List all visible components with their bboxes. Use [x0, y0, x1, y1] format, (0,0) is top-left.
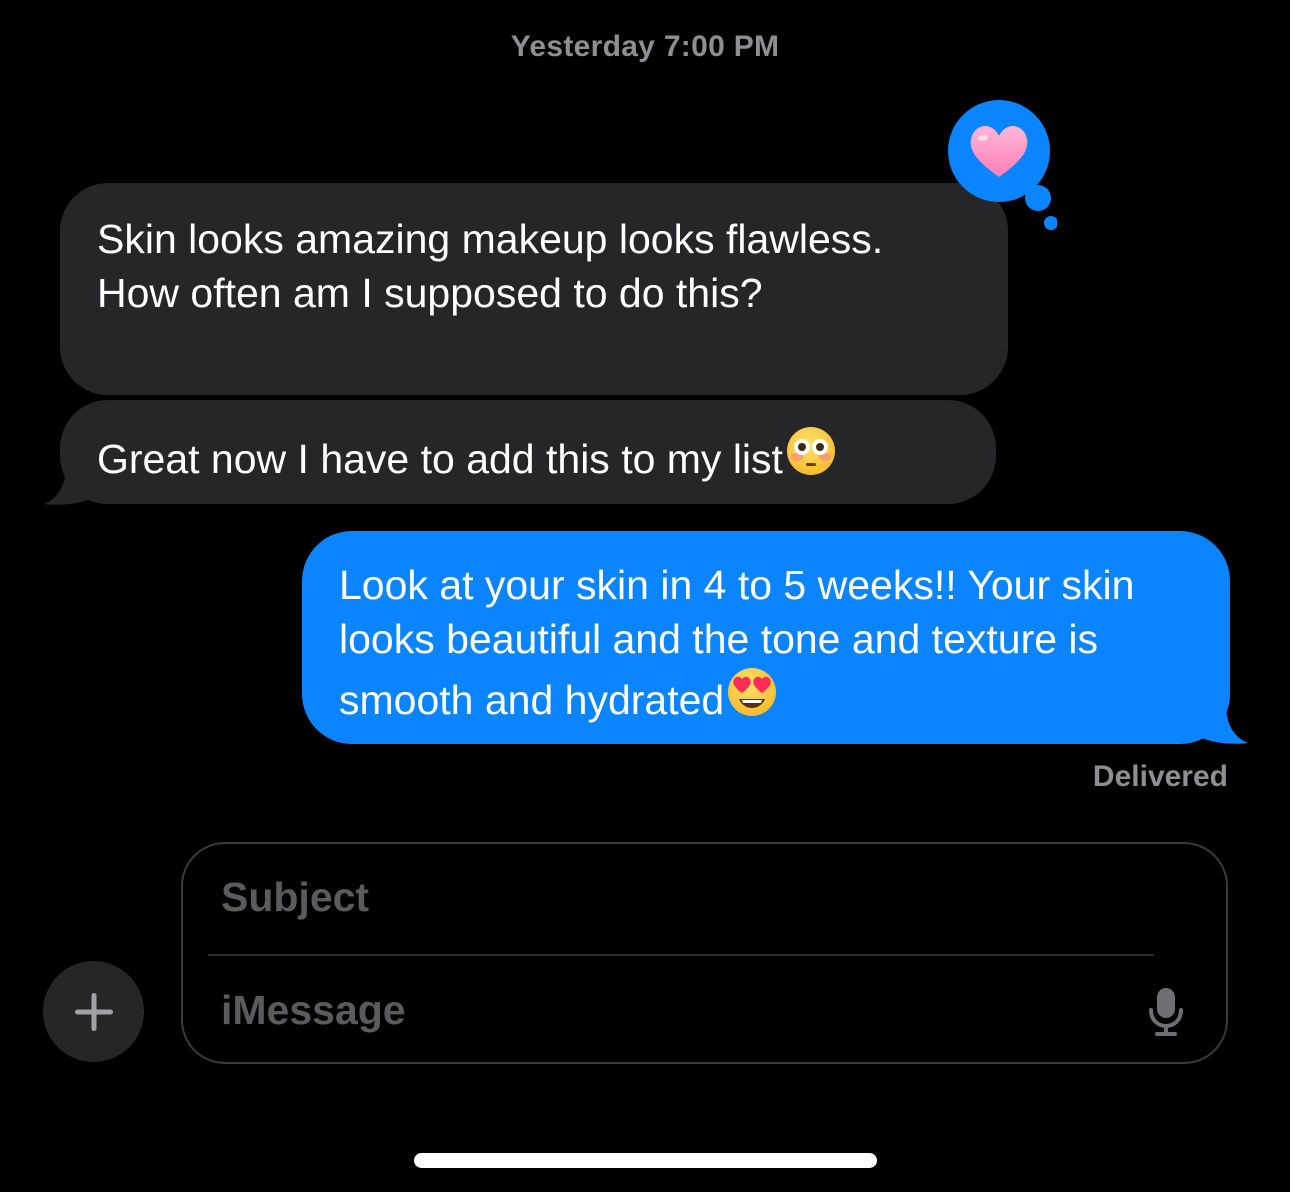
delivered-status: Delivered [1092, 760, 1228, 793]
messages-screen: Yesterday 7:00 PM Skin looks amazing mak… [0, 0, 1290, 1192]
flushed-face-emoji-icon [786, 427, 835, 475]
compose-divider [208, 954, 1154, 956]
subject-input[interactable]: Subject [221, 874, 369, 921]
message-input[interactable]: iMessage [221, 987, 406, 1034]
add-attachment-button[interactable] [43, 961, 144, 1062]
message-text: Great now I have to add this to my list [97, 436, 783, 482]
home-indicator[interactable] [414, 1153, 877, 1168]
outgoing-bubble-tail [1200, 703, 1248, 744]
timestamp-time: 7:00 PM [663, 30, 780, 63]
incoming-message-bubble[interactable]: Great now I have to add this to my list [60, 400, 996, 504]
microphone-icon[interactable] [1146, 986, 1186, 1038]
conversation-timestamp: Yesterday 7:00 PM [0, 30, 1290, 64]
outgoing-message-bubble[interactable]: Look at your skin in 4 to 5 weeks!! Your… [302, 531, 1230, 744]
heart-eyes-face-emoji-icon [728, 668, 777, 716]
incoming-bubble-tail [44, 464, 92, 505]
plus-icon [74, 992, 113, 1031]
incoming-message-bubble[interactable]: Skin looks amazing makeup looks flawless… [60, 183, 1008, 395]
heart-reaction-icon[interactable] [947, 99, 1057, 234]
message-text: Skin looks amazing makeup looks flawless… [97, 216, 884, 316]
timestamp-day: Yesterday [510, 30, 656, 63]
compose-box: Subject iMessage [181, 842, 1228, 1064]
